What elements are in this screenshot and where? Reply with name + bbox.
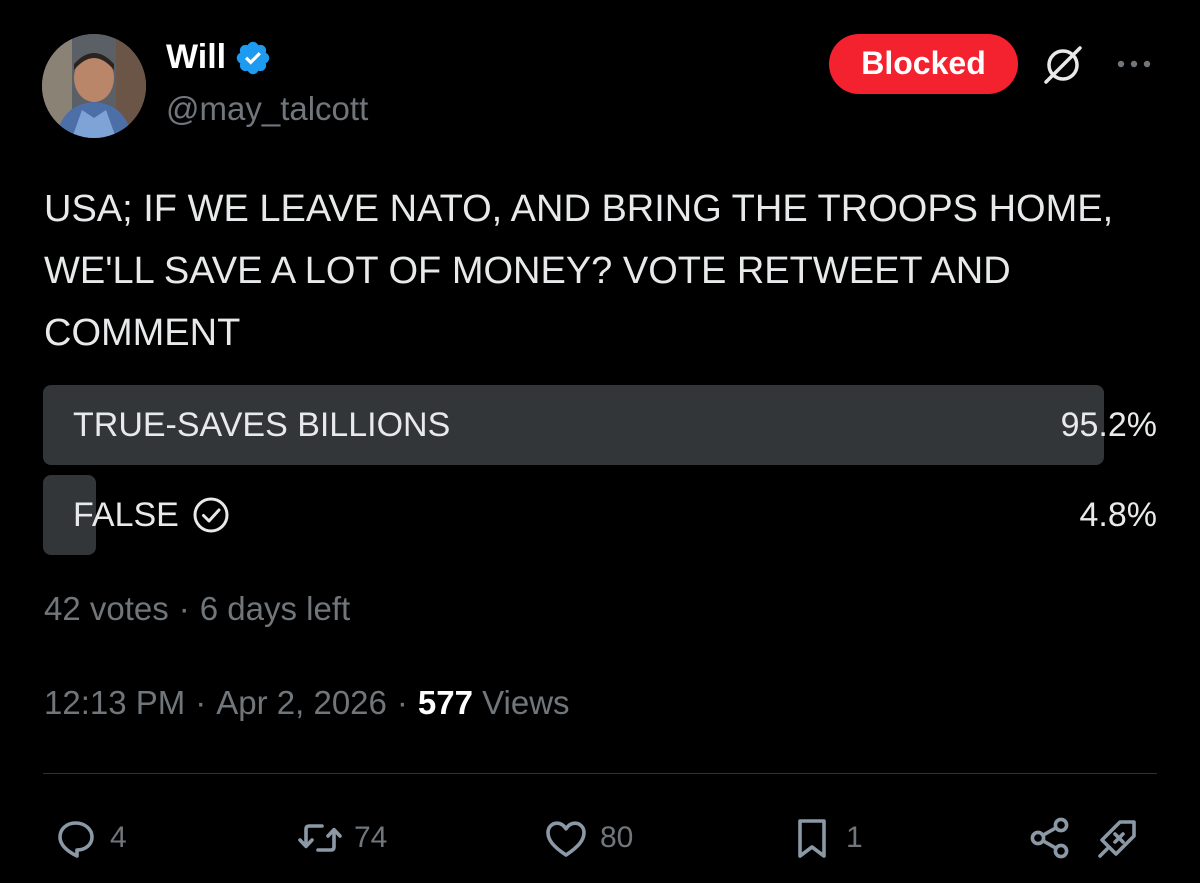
retweet-count: 74 (354, 821, 388, 854)
tweet-text: USA; IF WE LEAVE NATO, AND BRING THE TRO… (44, 188, 1114, 354)
poll-time-left: 6 days left (199, 590, 351, 627)
like-button[interactable]: 80 (542, 810, 633, 866)
views-count[interactable]: 577 (418, 684, 473, 721)
separator-dot: · (195, 684, 207, 721)
poll-option-percent: 95.2% (1060, 405, 1157, 444)
avatar[interactable] (42, 34, 146, 138)
tweet-time[interactable]: 12:13 PM (44, 684, 185, 721)
tweet-date[interactable]: Apr 2, 2026 (216, 684, 387, 721)
bookmark-button[interactable]: 1 (788, 810, 863, 866)
more-dots-icon[interactable] (1114, 52, 1154, 76)
tweet-detail: Will @may_talcott Blocked USA; IF WE LEA… (0, 0, 1200, 883)
separator-dot: · (396, 684, 408, 721)
poll-option-label: FALSE (73, 475, 231, 555)
share-icon (1030, 817, 1069, 859)
user-handle[interactable]: @may_talcott (166, 90, 368, 128)
poll-option-false[interactable]: FALSE 4.8% (43, 475, 1157, 555)
heart-icon (546, 821, 586, 857)
tweet-timestamp: 12:13 PM · Apr 2, 2026 · 577 Views (44, 684, 570, 722)
blocked-button[interactable]: Blocked (829, 34, 1018, 94)
poll-option-text: FALSE (73, 495, 179, 534)
display-name[interactable]: Will (166, 38, 272, 77)
verified-badge-icon[interactable] (234, 39, 272, 77)
retweet-button[interactable]: 74 (296, 810, 387, 866)
poll-option-percent: 4.8% (1079, 495, 1158, 534)
poll-option-true[interactable]: TRUE-SAVES BILLIONS 95.2% (43, 385, 1157, 465)
like-count: 80 (600, 821, 634, 854)
grok-icon[interactable] (1040, 42, 1086, 88)
bookmark-count: 1 (846, 821, 863, 854)
poll-option-text: TRUE-SAVES BILLIONS (73, 405, 451, 444)
views-label: Views (482, 684, 570, 721)
display-name-text: Will (166, 38, 227, 76)
divider (43, 773, 1157, 774)
retweet-icon (298, 824, 342, 852)
reply-icon (58, 821, 94, 858)
poll-option-label: TRUE-SAVES BILLIONS (73, 385, 450, 465)
bookmark-icon (798, 819, 826, 858)
grok-analyze-button[interactable] (1094, 810, 1142, 866)
reply-button[interactable]: 4 (52, 810, 127, 866)
poll-votes: 42 votes (44, 590, 169, 627)
share-button[interactable] (1026, 810, 1074, 866)
profile-photo (42, 34, 146, 138)
poll-meta: 42 votes · 6 days left (44, 590, 350, 628)
reply-count: 4 (110, 821, 127, 854)
separator-dot: · (178, 590, 190, 627)
check-circle-icon (193, 497, 229, 533)
grok-analyze-icon (1098, 820, 1136, 858)
